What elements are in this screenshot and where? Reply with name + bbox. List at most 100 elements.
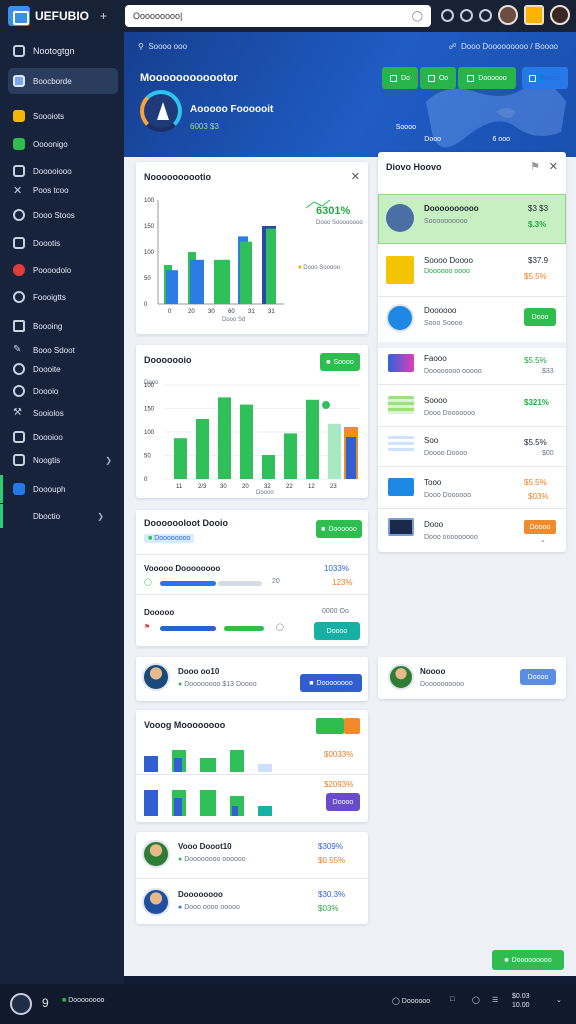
folder-icon <box>13 110 25 122</box>
profile-button[interactable]: ■ Doooooooo <box>300 674 362 692</box>
sidebar-item-billing[interactable]: Boooing <box>8 315 118 337</box>
sidebar-item-group[interactable]: Dooouph <box>0 475 110 503</box>
divider <box>136 594 368 595</box>
sidebar-item-products[interactable]: Poooodolo <box>8 259 118 281</box>
sidebar-item-label: Dooo Stoos <box>33 210 75 220</box>
sidebar-item-posts[interactable]: ✕ Poos tcoo <box>8 179 118 201</box>
sidebar-item-docs2[interactable]: Doooio <box>8 380 118 402</box>
item-value: $3 $3 <box>528 204 549 213</box>
info-icon[interactable]: ◯ <box>276 623 284 631</box>
gamepad-icon[interactable] <box>479 8 492 22</box>
chart-bar <box>200 758 216 772</box>
item-sub: Sooo Soooo <box>424 320 463 327</box>
item-sub: Dooo ooooooooo <box>424 534 478 541</box>
bottom-bar: 9 ■ Doooooooo ◯ Doooooo □ ◯ ☰ $0.03 10.0… <box>0 984 576 1024</box>
settings-icon[interactable] <box>441 8 454 22</box>
sidebar-item-services[interactable]: ⚒ Sooiolos <box>8 402 118 424</box>
profile-sub: ● Doooooooo $13 Doooo <box>178 681 257 688</box>
settings-icon[interactable]: ◯ <box>472 996 480 1004</box>
avatar[interactable] <box>388 664 414 690</box>
sidebar-item-search[interactable]: Doooioo <box>8 426 118 448</box>
chart-bar <box>196 419 209 479</box>
sidebar-item-stats[interactable]: Soooiots <box>8 105 118 127</box>
avatar[interactable] <box>142 663 170 691</box>
gauge-icon <box>140 90 182 132</box>
sidebar-item-home[interactable]: Nootogtgn <box>8 40 118 62</box>
sidebar-item-orders[interactable]: Oooonigo <box>8 133 118 155</box>
person-sub: ● Dooo oooo ooooo <box>178 904 240 911</box>
card-button[interactable]: ■ Doooooo <box>316 520 362 538</box>
x-tick-label: 2/3 <box>198 484 207 490</box>
edit-icon <box>13 237 25 249</box>
profile-sub: Doooooooooo <box>420 681 464 688</box>
item-thumbnail <box>386 204 414 232</box>
avatar[interactable] <box>142 840 170 868</box>
user-icon[interactable] <box>10 993 32 1015</box>
pin-icon[interactable]: ⚑ <box>530 160 540 173</box>
help-icon[interactable] <box>460 8 473 22</box>
profile-button[interactable]: Doooo <box>520 669 556 685</box>
item-sub: Dooo Dooooooo <box>424 410 475 417</box>
map-label: 6 ooo <box>492 136 510 143</box>
card-profile: Dooo oo10 ● Doooooooo $13 Doooo ■ Dooooo… <box>136 657 368 701</box>
window-icon[interactable]: □ <box>450 996 454 1003</box>
close-icon[interactable]: ✕ <box>549 160 558 173</box>
palette-icon <box>13 363 25 375</box>
hero-subtitle: Aooooo Foooooit <box>190 104 274 115</box>
chart-icon <box>13 291 25 303</box>
item-button[interactable]: Doooo <box>524 520 556 534</box>
sidebar-item-reports[interactable]: Foooigtts <box>8 286 118 308</box>
sidebar: Nootogtgn Boocborde Soooiots Oooonigo Do… <box>0 32 124 984</box>
avatar[interactable] <box>142 888 170 916</box>
hero-button-1[interactable]: Do <box>382 67 418 89</box>
nine-icon[interactable]: 9 <box>42 996 49 1010</box>
chart-bar <box>240 404 253 479</box>
add-icon[interactable]: + <box>100 9 107 23</box>
avatar[interactable] <box>498 5 518 25</box>
breadcrumb-right[interactable]: ☍ Dooo Dooooooooo / Boooo <box>448 42 558 51</box>
chevron-down-icon[interactable]: ⌄ <box>540 536 546 544</box>
gap <box>378 342 566 348</box>
sidebar-item-label: Dboctio <box>33 511 61 521</box>
bottom-right-label[interactable]: ◯ Doooooo <box>392 997 430 1005</box>
chart-bar <box>166 270 178 304</box>
sidebar-item-dashboard[interactable]: Boocborde <box>8 68 118 94</box>
footer-action-button[interactable]: ■ Dooooooooo <box>492 950 564 970</box>
sidebar-item-debug[interactable]: Dboctio ❯ <box>0 504 110 528</box>
sidebar-item-design[interactable]: Doooite <box>8 358 118 380</box>
chart-bar <box>258 806 272 816</box>
microphone-icon[interactable]: ◯ <box>412 11 423 22</box>
chevron-right-icon[interactable]: ❯ <box>105 456 112 465</box>
divider <box>378 508 566 509</box>
stats-button[interactable]: Doooo <box>326 793 360 811</box>
y-tick-label: 100 <box>144 198 155 204</box>
chart-bar <box>144 790 158 816</box>
chevron-down-icon[interactable]: ⌄ <box>556 996 562 1004</box>
sidebar-item-data[interactable]: Dooo Stoos <box>8 204 118 226</box>
bottom-left-label[interactable]: ■ Doooooooo <box>62 997 104 1004</box>
chart-bar <box>174 758 182 772</box>
sidebar-item-nights[interactable]: Noogtis ❯ <box>8 449 118 471</box>
item-name: Doooooo <box>424 306 457 315</box>
chevron-right-icon[interactable]: ❯ <box>97 512 104 521</box>
item-name: Soo <box>424 436 439 445</box>
hero-primary-button[interactable]: Boooo <box>522 67 568 89</box>
sidebar-item-details[interactable]: Doootis <box>8 232 118 254</box>
hero-button-2[interactable]: Oo <box>420 67 456 89</box>
user-avatar[interactable] <box>550 5 570 25</box>
search-box[interactable]: ◯ <box>125 5 431 27</box>
sidebar-item-label: Dooouph <box>33 484 66 494</box>
progress-bar <box>160 626 216 631</box>
item-thumbnail <box>388 354 414 372</box>
row-button[interactable]: Doooo <box>314 622 360 640</box>
divider <box>378 384 566 385</box>
notifications-icon[interactable] <box>524 5 544 25</box>
app-logo[interactable]: UEFUBIO + <box>8 6 124 26</box>
link-icon <box>13 385 25 397</box>
breadcrumb[interactable]: ⚲ Soooo ooo <box>138 42 187 51</box>
item-button[interactable]: Dooo <box>524 308 556 326</box>
search-input[interactable] <box>133 11 412 21</box>
x-tick-label: 60 <box>228 309 235 315</box>
menu-icon[interactable]: ☰ <box>492 996 498 1004</box>
hero-button-3[interactable]: Doooooo <box>458 67 516 89</box>
